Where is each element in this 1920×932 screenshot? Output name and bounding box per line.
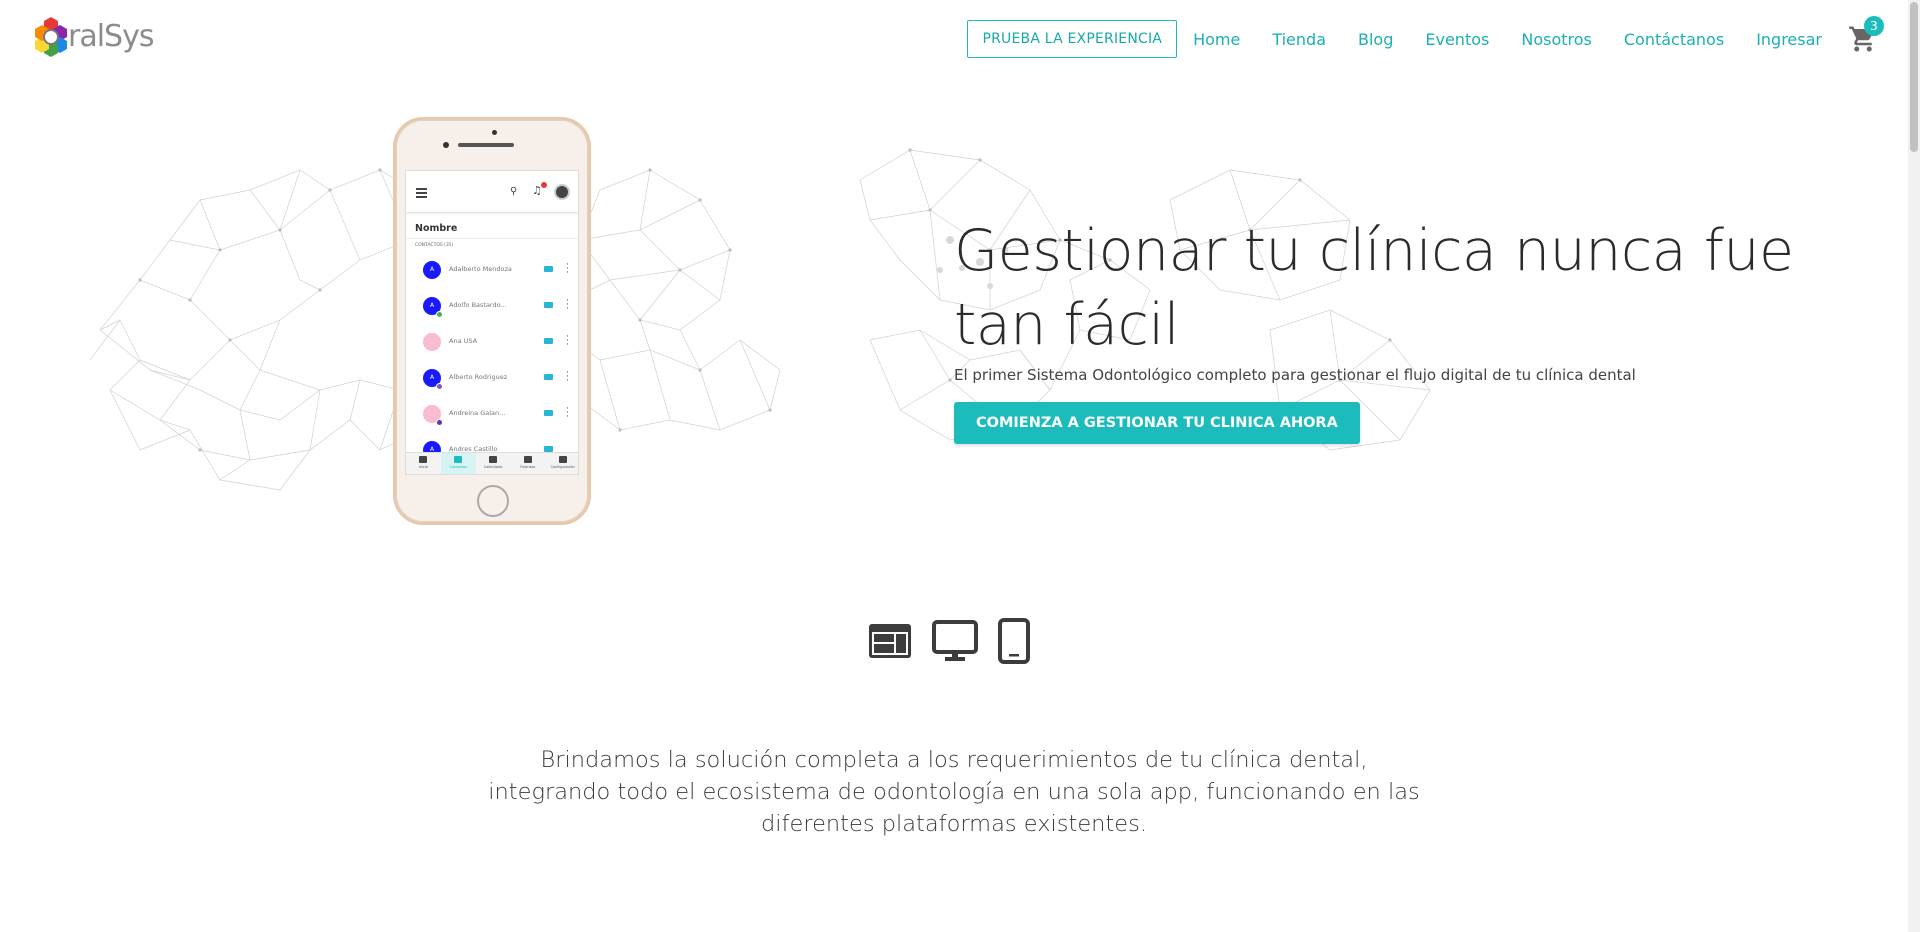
platform-icons (868, 618, 1030, 664)
nav-contactanos[interactable]: Contáctanos (1624, 30, 1724, 49)
cart-button[interactable]: 3 (1848, 16, 1884, 54)
app-tab-calendario: Calendario (476, 453, 511, 474)
page: ralSys PRUEBA LA EXPERIENCIA Home Tienda… (0, 0, 1920, 932)
calendar-icon (488, 456, 497, 463)
app-tab-finanzas: Finanzas (510, 453, 545, 474)
app-tab-contactos: Contactos (440, 453, 476, 474)
web-app-icon (869, 624, 911, 658)
phone-speaker (458, 143, 514, 147)
phone-sensor (492, 130, 497, 135)
bank-icon (523, 456, 532, 463)
start-managing-button[interactable]: COMIENZA A GESTIONAR TU CLINICA AHORA (954, 402, 1360, 444)
phone-screen: ⚲ ♫ Nombre CONTACTOS (35) A Adalberto Me… (405, 170, 579, 475)
more-vert-icon: · · · (566, 404, 569, 422)
list-item: Andreina Galan... · · · (406, 395, 578, 431)
list-item: A Adolfo Bastardo... · · · (406, 287, 578, 323)
try-experience-button[interactable]: PRUEBA LA EXPERIENCIA (967, 20, 1178, 58)
contact-name: Adalberto Mendoza (449, 265, 512, 273)
folder-icon (544, 266, 553, 272)
phone-home-button (477, 485, 509, 517)
description: Brindamos la solución completa a los req… (460, 744, 1448, 840)
main-nav: PRUEBA LA EXPERIENCIA Home Tienda Blog E… (967, 16, 1884, 58)
app-group-label: CONTACTOS (35) (415, 243, 454, 248)
list-item: Ana USA · · · (406, 323, 578, 359)
folder-icon (544, 302, 553, 308)
logo-mark-icon (35, 17, 67, 57)
more-vert-icon: · · · (566, 332, 569, 350)
more-vert-icon: · · · (566, 296, 569, 314)
contact-avatar (423, 333, 441, 351)
search-icon: ⚲ (510, 186, 518, 197)
hero-title: Gestionar tu clínica nunca fue tan fácil (954, 218, 1794, 358)
description-line: Brindamos la solución completa a los req… (540, 747, 1368, 773)
home-icon (419, 456, 428, 463)
nav-tienda[interactable]: Tienda (1272, 30, 1326, 49)
contacts-icon (454, 456, 463, 463)
notification-dot (541, 182, 547, 188)
nav-home[interactable]: Home (1193, 30, 1240, 49)
app-tab-label: Contactos (449, 465, 467, 469)
app-tab-label: Finanzas (520, 465, 536, 469)
list-item: A Adalberto Mendoza · · · (406, 251, 578, 287)
phone-mockup: ⚲ ♫ Nombre CONTACTOS (35) A Adalberto Me… (393, 117, 591, 525)
app-tab-label: Calendario (483, 465, 503, 469)
nav-eventos[interactable]: Eventos (1425, 30, 1489, 49)
contact-name: Ana USA (449, 337, 478, 345)
contact-name: Andreina Galan... (449, 409, 506, 417)
more-vert-icon: · · · (566, 368, 569, 386)
app-tab-label: Configuración (550, 465, 575, 469)
more-vert-icon: · · · (566, 260, 569, 278)
logo-text: ralSys (68, 18, 154, 54)
desktop-icon (932, 620, 978, 661)
status-badge (436, 383, 443, 390)
description-line: diferentes plataformas existentes. (761, 811, 1147, 837)
app-bottom-tabs: Inicio Contactos Calendario Finanzas Con… (406, 452, 578, 474)
avatar (554, 184, 570, 200)
description-line: integrando todo el ecosistema de odontol… (488, 779, 1420, 805)
app-tab-label: Inicio (418, 465, 429, 469)
hero-subtitle: El primer Sistema Odontológico completo … (954, 366, 1636, 384)
scrollbar[interactable] (1908, 0, 1920, 932)
scrollbar-thumb[interactable] (1910, 2, 1918, 152)
nav-ingresar[interactable]: Ingresar (1756, 30, 1822, 49)
cart-count-badge: 3 (1864, 16, 1884, 36)
app-tab-inicio: Inicio (406, 453, 441, 474)
nav-blog[interactable]: Blog (1358, 30, 1393, 49)
site-header: ralSys PRUEBA LA EXPERIENCIA Home Tienda… (0, 0, 1908, 76)
hero: Gestionar tu clínica nunca fue tan fácil… (954, 214, 1894, 444)
status-badge (436, 419, 443, 426)
contact-name: Alberto Rodriguez (449, 373, 508, 381)
app-section-title: Nombre (406, 213, 578, 239)
phone-camera (443, 142, 449, 148)
app-tab-configuracion: Configuración (545, 453, 578, 474)
hamburger-menu-icon (416, 188, 427, 200)
app-bar: ⚲ ♫ (406, 171, 578, 213)
gear-icon (558, 456, 567, 463)
folder-icon (544, 338, 553, 344)
folder-icon (544, 410, 553, 416)
contact-avatar: A (423, 261, 441, 279)
list-item: A Alberto Rodriguez · · · (406, 359, 578, 395)
smartphone-icon (998, 618, 1030, 664)
folder-icon (544, 374, 553, 380)
nav-nosotros[interactable]: Nosotros (1521, 30, 1592, 49)
logo[interactable]: ralSys (30, 14, 154, 58)
status-badge (436, 311, 443, 318)
contact-name: Adolfo Bastardo... (449, 301, 507, 309)
